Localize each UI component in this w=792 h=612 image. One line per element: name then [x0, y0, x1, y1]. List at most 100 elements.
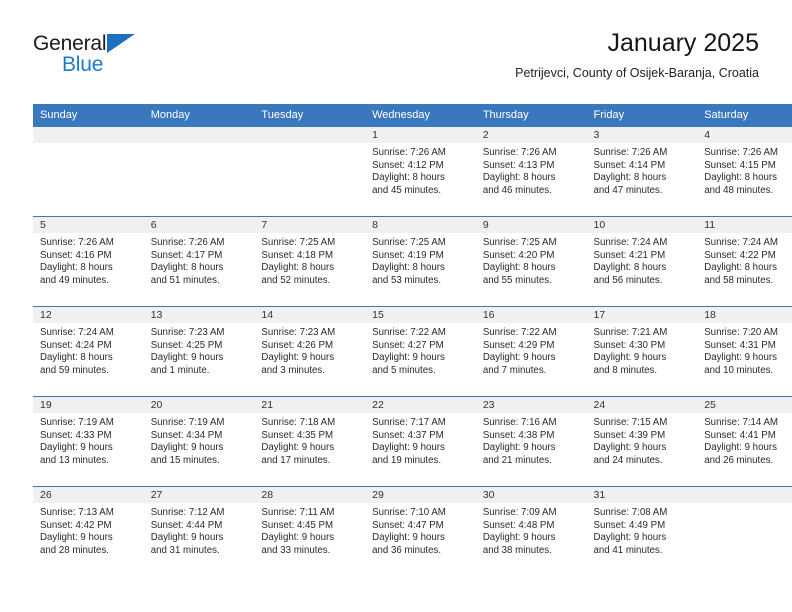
day-detail-line: and 59 minutes. [40, 364, 109, 376]
day-cell-15[interactable]: 15 Sunrise: 7:22 AM Sunset: 4:27 PM Dayligh… [365, 307, 476, 396]
logo-text-blue: Blue [62, 53, 104, 76]
day-detail-line: Sunset: 4:47 PM [372, 519, 444, 531]
day-cell-24[interactable]: 24 Sunrise: 7:15 AM Sunset: 4:39 PM Dayligh… [586, 397, 698, 486]
day-cell-26[interactable]: 26 Sunrise: 7:13 AM Sunset: 4:42 PM Dayligh… [33, 487, 144, 576]
day-detail-line: Sunrise: 7:25 AM [482, 237, 557, 248]
day-cell-empty [254, 127, 366, 216]
day-number: 28 [254, 487, 366, 503]
day-cell-23[interactable]: 23 Sunrise: 7:16 AM Sunset: 4:38 PM Dayligh… [475, 397, 587, 486]
day-detail-line: Daylight: 9 hours [482, 352, 556, 364]
day-details: Sunrise: 7:18 AM Sunset: 4:35 PM Daylight:… [254, 413, 365, 467]
day-detail-line: Sunrise: 7:18 AM [261, 417, 336, 428]
day-detail-line: Sunrise: 7:14 AM [704, 417, 778, 428]
day-detail-line: Sunrise: 7:13 AM [40, 507, 114, 518]
day-cell-18[interactable]: 18 Sunrise: 7:20 AM Sunset: 4:31 PM Dayligh… [697, 307, 792, 396]
day-detail-line: and 36 minutes. [372, 544, 442, 556]
day-detail-line: and 47 minutes. [593, 184, 663, 196]
day-detail-line: and 38 minutes. [482, 544, 552, 556]
day-detail-line: Sunrise: 7:22 AM [482, 327, 557, 338]
day-cell-27[interactable]: 27 Sunrise: 7:12 AM Sunset: 4:44 PM Dayligh… [143, 487, 255, 576]
day-number: 18 [697, 307, 792, 323]
day-details: Sunrise: 7:23 AM Sunset: 4:26 PM Daylight:… [254, 323, 365, 377]
day-detail-line: Sunset: 4:30 PM [593, 339, 666, 351]
day-cell-16[interactable]: 16 Sunrise: 7:22 AM Sunset: 4:29 PM Dayligh… [475, 307, 587, 396]
day-cell-28[interactable]: 28 Sunrise: 7:11 AM Sunset: 4:45 PM Dayligh… [254, 487, 366, 576]
calendar-page: General Blue January 2025 Petrijevci, Co… [0, 0, 792, 612]
calendar-day-cell: 21 Sunrise: 7:18 AM Sunset: 4:35 PM Dayligh… [254, 396, 366, 487]
day-detail-line: Sunrise: 7:26 AM [150, 237, 225, 248]
day-detail-line: Sunrise: 7:11 AM [261, 507, 335, 518]
day-number: 25 [697, 397, 792, 413]
page-header: General Blue January 2025 Petrijevci, Co… [33, 28, 759, 96]
day-cell-29[interactable]: 29 Sunrise: 7:10 AM Sunset: 4:47 PM Dayligh… [365, 487, 476, 576]
day-cell-11[interactable]: 11 Sunrise: 7:24 AM Sunset: 4:22 PM Dayligh… [697, 217, 792, 306]
day-detail-line: Sunset: 4:21 PM [593, 249, 666, 261]
day-cell-7[interactable]: 7 Sunrise: 7:25 AM Sunset: 4:18 PM Daylight… [254, 217, 366, 306]
day-cell-20[interactable]: 20 Sunrise: 7:19 AM Sunset: 4:34 PM Dayligh… [143, 397, 255, 486]
calendar-week-row: 19 Sunrise: 7:19 AM Sunset: 4:33 PM Dayligh… [33, 396, 792, 487]
day-cell-17[interactable]: 17 Sunrise: 7:21 AM Sunset: 4:30 PM Dayligh… [586, 307, 698, 396]
day-cell-14[interactable]: 14 Sunrise: 7:23 AM Sunset: 4:26 PM Dayligh… [254, 307, 366, 396]
day-detail-line: Daylight: 9 hours [593, 442, 667, 454]
day-detail-line: Daylight: 9 hours [372, 352, 445, 364]
day-detail-line: Sunset: 4:31 PM [704, 339, 776, 351]
day-details: Sunrise: 7:16 AM Sunset: 4:38 PM Daylight:… [476, 413, 587, 467]
day-cell-1[interactable]: 1 Sunrise: 7:26 AM Sunset: 4:12 PM Daylight… [365, 127, 476, 216]
calendar-day-cell: 6 Sunrise: 7:26 AM Sunset: 4:17 PM Daylight… [143, 216, 255, 307]
day-cell-6[interactable]: 6 Sunrise: 7:26 AM Sunset: 4:17 PM Daylight… [143, 217, 255, 306]
day-detail-line: Sunset: 4:15 PM [704, 159, 776, 171]
day-details: Sunrise: 7:26 AM Sunset: 4:17 PM Daylight:… [144, 233, 255, 287]
day-detail-line: Daylight: 9 hours [40, 442, 113, 454]
day-cell-12[interactable]: 12 Sunrise: 7:24 AM Sunset: 4:24 PM Dayligh… [33, 307, 144, 396]
day-cell-13[interactable]: 13 Sunrise: 7:23 AM Sunset: 4:25 PM Dayligh… [143, 307, 255, 396]
day-cell-8[interactable]: 8 Sunrise: 7:25 AM Sunset: 4:19 PM Daylight… [365, 217, 476, 306]
day-detail-line: Sunrise: 7:26 AM [593, 147, 668, 158]
calendar-day-cell: 29 Sunrise: 7:10 AM Sunset: 4:47 PM Dayligh… [365, 486, 476, 576]
calendar-day-cell: 17 Sunrise: 7:21 AM Sunset: 4:30 PM Dayligh… [586, 306, 698, 397]
day-details: Sunrise: 7:25 AM Sunset: 4:20 PM Daylight:… [476, 233, 587, 287]
day-detail-line: Sunrise: 7:26 AM [40, 237, 114, 248]
day-cell-10[interactable]: 10 Sunrise: 7:24 AM Sunset: 4:21 PM Dayligh… [586, 217, 698, 306]
day-cell-2[interactable]: 2 Sunrise: 7:26 AM Sunset: 4:13 PM Daylight… [475, 127, 587, 216]
weekday-header-friday: Friday [586, 104, 698, 127]
calendar-day-cell: 23 Sunrise: 7:16 AM Sunset: 4:38 PM Dayligh… [475, 396, 587, 487]
day-detail-line: Sunset: 4:39 PM [593, 429, 666, 441]
day-cell-9[interactable]: 9 Sunrise: 7:25 AM Sunset: 4:20 PM Daylight… [475, 217, 587, 306]
day-detail-line: Daylight: 9 hours [261, 442, 335, 454]
day-detail-line: Sunrise: 7:26 AM [482, 147, 557, 158]
logo-triangle-icon [107, 34, 135, 53]
day-detail-line: Sunrise: 7:17 AM [372, 417, 446, 428]
day-cell-empty [697, 487, 792, 576]
day-detail-line: Sunrise: 7:21 AM [593, 327, 668, 338]
day-cell-30[interactable]: 30 Sunrise: 7:09 AM Sunset: 4:48 PM Dayligh… [475, 487, 587, 576]
day-detail-line: and 21 minutes. [482, 454, 552, 466]
day-cell-3[interactable]: 3 Sunrise: 7:26 AM Sunset: 4:14 PM Daylight… [586, 127, 698, 216]
day-detail-line: and 48 minutes. [704, 184, 774, 196]
day-detail-line: Daylight: 9 hours [372, 532, 445, 544]
day-cell-25[interactable]: 25 Sunrise: 7:14 AM Sunset: 4:41 PM Dayligh… [697, 397, 792, 486]
day-number: 5 [33, 217, 144, 233]
day-detail-line: Sunset: 4:42 PM [40, 519, 112, 531]
day-detail-line: Daylight: 9 hours [704, 442, 777, 454]
day-detail-line: and 5 minutes. [372, 364, 436, 376]
calendar-day-cell: 31 Sunrise: 7:08 AM Sunset: 4:49 PM Dayligh… [586, 486, 698, 576]
day-number: 20 [143, 397, 255, 413]
calendar-day-cell: 12 Sunrise: 7:24 AM Sunset: 4:24 PM Dayligh… [33, 306, 144, 397]
day-details: Sunrise: 7:26 AM Sunset: 4:13 PM Daylight:… [476, 143, 587, 197]
calendar-day-cell [254, 127, 366, 217]
day-detail-line: Sunrise: 7:24 AM [593, 237, 668, 248]
calendar-day-cell: 13 Sunrise: 7:23 AM Sunset: 4:25 PM Dayligh… [143, 306, 255, 397]
weekday-header-tuesday: Tuesday [254, 104, 366, 127]
day-cell-5[interactable]: 5 Sunrise: 7:26 AM Sunset: 4:16 PM Daylight… [33, 217, 144, 306]
day-cell-21[interactable]: 21 Sunrise: 7:18 AM Sunset: 4:35 PM Dayligh… [254, 397, 366, 486]
day-detail-line: Daylight: 8 hours [150, 262, 224, 274]
calendar-day-cell: 7 Sunrise: 7:25 AM Sunset: 4:18 PM Daylight… [254, 216, 366, 307]
day-cell-19[interactable]: 19 Sunrise: 7:19 AM Sunset: 4:33 PM Dayligh… [33, 397, 144, 486]
generalblue-logo[interactable]: General Blue [33, 32, 213, 88]
day-cell-31[interactable]: 31 Sunrise: 7:08 AM Sunset: 4:49 PM Dayligh… [586, 487, 698, 576]
day-detail-line: Sunset: 4:27 PM [372, 339, 444, 351]
day-cell-4[interactable]: 4 Sunrise: 7:26 AM Sunset: 4:15 PM Daylight… [697, 127, 792, 216]
day-detail-line: Sunset: 4:13 PM [482, 159, 555, 171]
day-cell-22[interactable]: 22 Sunrise: 7:17 AM Sunset: 4:37 PM Dayligh… [365, 397, 476, 486]
day-number: 30 [475, 487, 587, 503]
